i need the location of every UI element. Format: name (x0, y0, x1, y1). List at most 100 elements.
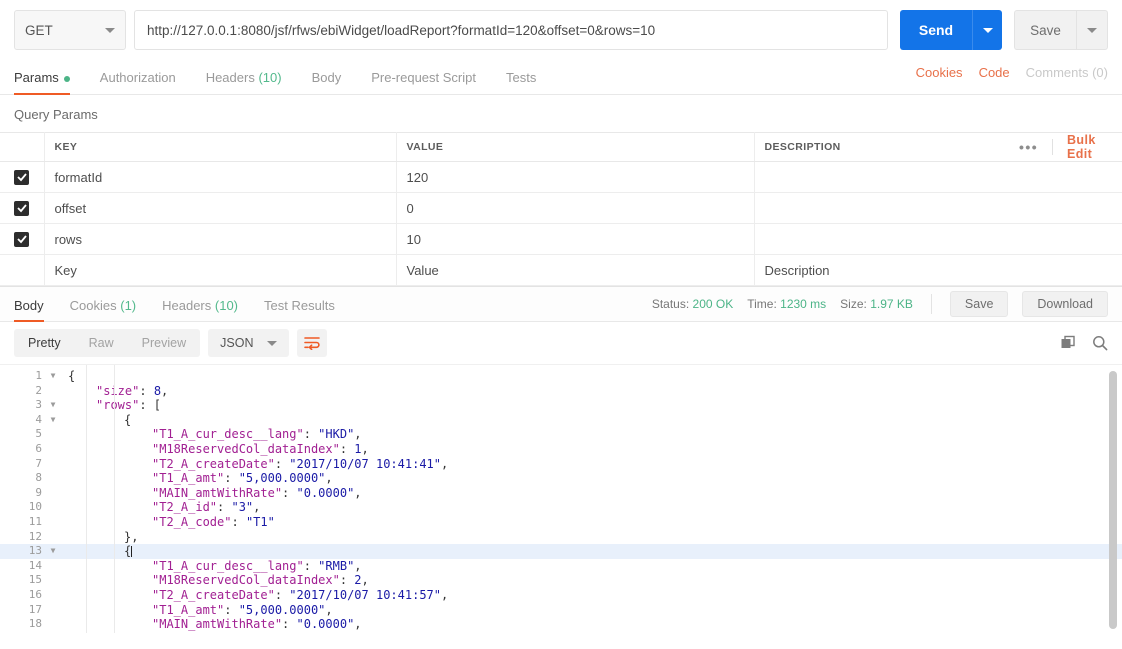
line-number: 17 (28, 602, 42, 616)
code-line[interactable]: 5 "T1_A_cur_desc__lang": "HKD", (0, 427, 1122, 442)
code-line[interactable]: 18 "MAIN_amtWithRate": "0.0000", (0, 617, 1122, 632)
time-value: 1230 ms (780, 297, 827, 311)
param-key[interactable]: rows (44, 223, 397, 255)
param-key[interactable]: formatId (44, 161, 397, 193)
table-row: formatId 120 (0, 161, 1122, 193)
tab-authorization[interactable]: Authorization (100, 70, 176, 94)
new-param-key[interactable]: Key (44, 254, 397, 286)
tab-label: Pre-request Script (371, 70, 476, 85)
code-line[interactable]: 17 "T1_A_amt": "5,000.0000", (0, 603, 1122, 618)
code-line[interactable]: 1 ▼ { (0, 369, 1122, 384)
tab-tests[interactable]: Tests (506, 70, 536, 94)
code-line[interactable]: 16 "T2_A_createDate": "2017/10/07 10:41:5… (0, 588, 1122, 603)
more-options-icon[interactable]: ••• (1019, 139, 1038, 155)
search-icon[interactable] (1092, 335, 1108, 351)
request-url-bar: GET Send Save (0, 0, 1122, 60)
checkbox-checked-icon[interactable] (14, 169, 29, 185)
bulk-edit-button[interactable]: Bulk Edit (1067, 133, 1112, 161)
response-tab-headers[interactable]: Headers (10) (162, 298, 238, 321)
view-mode-pretty[interactable]: Pretty (14, 329, 75, 357)
code-text: "M18ReservedCol_dataIndex": 1, (152, 441, 369, 456)
row-actions (1009, 254, 1122, 286)
line-number: 8 (35, 471, 42, 485)
code-line[interactable]: 6 "M18ReservedCol_dataIndex": 1, (0, 442, 1122, 457)
line-number: 9 (35, 485, 42, 499)
code-line[interactable]: 3 ▼ "rows": [ (0, 398, 1122, 413)
header-key: KEY (44, 132, 397, 162)
response-body-viewer[interactable]: 1 ▼ {2 "size": 8, 3 ▼ "rows": [4 ▼ {5 "T1_A_cur_d… (0, 364, 1122, 633)
code-line[interactable]: 12}, (0, 530, 1122, 545)
code-line[interactable]: 4 ▼ { (0, 413, 1122, 428)
save-request-button[interactable]: Save (1014, 10, 1076, 50)
send-options-button[interactable] (972, 10, 1002, 50)
chevron-down-icon (982, 27, 993, 33)
code-line[interactable]: 14 "T1_A_cur_desc__lang": "RMB", (0, 559, 1122, 574)
request-url-input[interactable] (134, 10, 888, 50)
response-body-scrollbar[interactable] (1109, 371, 1117, 629)
code-text: "T1_A_cur_desc__lang": "RMB", (152, 558, 362, 573)
code-line[interactable]: 8 "T1_A_amt": "5,000.0000", (0, 471, 1122, 486)
code-line[interactable]: 9 "MAIN_amtWithRate": "0.0000", (0, 486, 1122, 501)
code-line[interactable]: 11 "T2_A_code": "T1" (0, 515, 1122, 530)
param-description[interactable] (754, 192, 1009, 224)
param-value[interactable]: 10 (396, 223, 755, 255)
line-number: 10 (28, 500, 42, 514)
save-options-button[interactable] (1076, 10, 1108, 50)
code-line[interactable]: 19 "T2_A_id": "4", (0, 632, 1122, 633)
response-tab-cookies[interactable]: Cookies (1) (70, 298, 136, 321)
comments-link[interactable]: Comments (0) (1026, 65, 1108, 80)
code-text: { (124, 412, 132, 427)
save-response-button[interactable]: Save (949, 291, 1009, 317)
param-value[interactable]: 120 (396, 161, 755, 193)
indent-guide (86, 365, 87, 633)
fold-triangle-icon[interactable]: ▼ (46, 413, 60, 428)
copy-icon[interactable] (1060, 335, 1076, 351)
code-line[interactable]: 13 ▼ { (0, 544, 1122, 559)
param-value[interactable]: 0 (396, 192, 755, 224)
fold-triangle-icon[interactable]: ▼ (46, 369, 60, 384)
view-mode-preview[interactable]: Preview (128, 329, 200, 357)
row-checkbox-cell (0, 161, 45, 193)
param-description[interactable] (754, 223, 1009, 255)
response-tab-body[interactable]: Body (14, 298, 44, 322)
word-wrap-toggle[interactable] (297, 329, 328, 357)
view-mode-raw[interactable]: Raw (75, 329, 128, 357)
row-checkbox-cell (0, 192, 45, 224)
query-params-table: KEY VALUE DESCRIPTION ••• Bulk Edit form… (0, 132, 1122, 286)
language-select[interactable]: JSON (208, 329, 290, 357)
line-number: 4 (35, 412, 42, 426)
code-text: "rows": [ (96, 398, 162, 413)
code-line[interactable]: 10 "T2_A_id": "3", (0, 500, 1122, 515)
checkbox-checked-icon[interactable] (14, 200, 29, 216)
chevron-down-icon (267, 340, 278, 346)
status-value: 200 OK (692, 297, 734, 311)
tab-pre-request-script[interactable]: Pre-request Script (371, 70, 476, 94)
new-param-value[interactable]: Value (396, 254, 755, 286)
header-checkbox-col (0, 132, 45, 162)
row-actions (1009, 161, 1122, 193)
fold-triangle-icon[interactable]: ▼ (46, 398, 60, 413)
fold-triangle-icon[interactable]: ▼ (46, 544, 60, 559)
new-param-description[interactable]: Description (754, 254, 1009, 286)
cookies-link[interactable]: Cookies (916, 65, 963, 80)
chevron-down-icon (105, 27, 115, 33)
response-tab-test-results[interactable]: Test Results (264, 298, 335, 321)
checkbox-checked-icon[interactable] (14, 231, 29, 247)
code-line[interactable]: 7 "T2_A_createDate": "2017/10/07 10:41:41… (0, 457, 1122, 472)
line-number: 15 (28, 573, 42, 587)
tab-params[interactable]: Params (14, 70, 70, 95)
send-group: Send (900, 10, 1002, 50)
http-method-select[interactable]: GET (14, 10, 126, 50)
json-code: 1 ▼ {2 "size": 8, 3 ▼ "rows": [4 ▼ {5 "T1_A_cur_d… (0, 365, 1122, 633)
code-link[interactable]: Code (979, 65, 1010, 80)
param-key[interactable]: offset (44, 192, 397, 224)
tab-body[interactable]: Body (312, 70, 342, 94)
table-row-empty: Key Value Description (0, 254, 1122, 286)
code-line[interactable]: 2 "size": 8, (0, 384, 1122, 399)
code-line[interactable]: 15 "M18ReservedCol_dataIndex": 2, (0, 573, 1122, 588)
download-response-button[interactable]: Download (1022, 291, 1108, 317)
param-description[interactable] (754, 161, 1009, 193)
send-button[interactable]: Send (900, 10, 972, 50)
tab-headers[interactable]: Headers (10) (206, 70, 282, 94)
line-number: 14 (28, 558, 42, 572)
